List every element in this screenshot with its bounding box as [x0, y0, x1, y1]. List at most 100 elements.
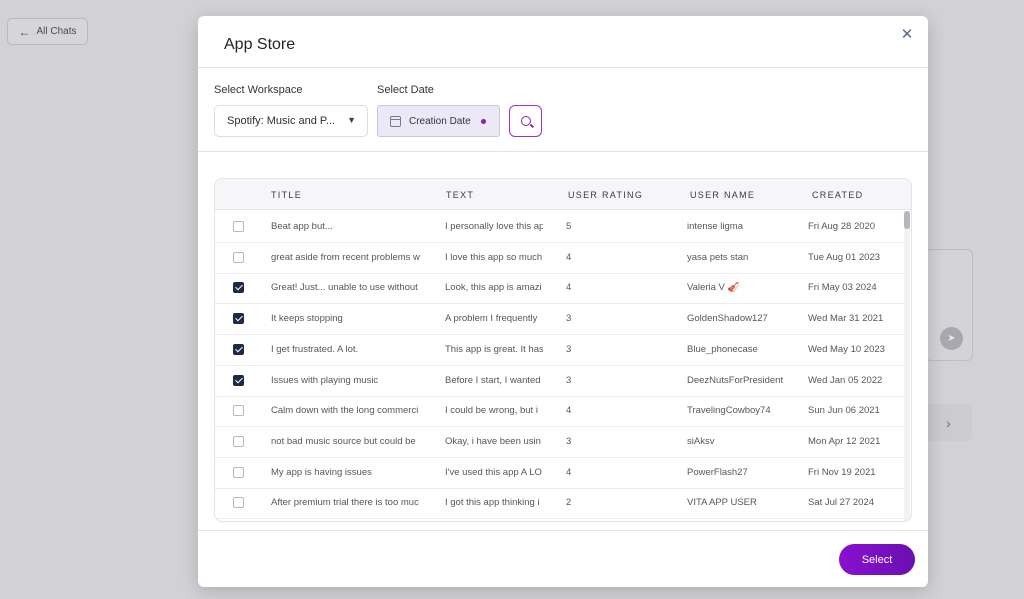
- cell-title: It keeps stopping: [271, 313, 343, 325]
- cell-user-rating: 3: [566, 435, 572, 447]
- table-row[interactable]: I get frustrated. A lot. This app is grea…: [215, 335, 905, 366]
- row-checkbox[interactable]: [233, 282, 244, 294]
- cell-user-name: GoldenShadow127: [687, 313, 768, 325]
- cell-user-name: VITA APP USER: [687, 497, 757, 509]
- header-text: TEXT: [446, 190, 475, 200]
- cell-text: This app is great. It has: [445, 343, 543, 355]
- cell-user-name: intense ligma: [687, 221, 743, 232]
- cell-user-name: yasa pets stan: [687, 251, 749, 263]
- table-row[interactable]: great aside from recent problems w I love…: [215, 243, 905, 274]
- cell-title: After premium trial there is too muc: [271, 497, 419, 509]
- header-created: CREATED: [812, 190, 864, 200]
- cell-created: Fri Nov 19 2021: [808, 466, 876, 478]
- cell-user-name: DeezNutsForPresident: [687, 374, 784, 386]
- row-checkbox[interactable]: [233, 405, 244, 417]
- workspace-value: Spotify: Music and P...: [227, 115, 336, 127]
- row-checkbox[interactable]: [233, 221, 244, 232]
- table-row[interactable]: Issues with playing music Before I start,…: [215, 366, 905, 397]
- table-row[interactable]: My app is having issues I've used this ap…: [215, 458, 905, 489]
- table-row[interactable]: not bad music source but could be Okay, i…: [215, 427, 905, 458]
- close-icon[interactable]: ✕: [898, 26, 916, 44]
- all-chats-button[interactable]: ← All Chats: [7, 18, 88, 45]
- row-checkbox[interactable]: [233, 251, 244, 263]
- date-label: Select Date: [377, 84, 434, 96]
- cell-created: Mon Apr 12 2021: [808, 435, 881, 447]
- table-row[interactable]: Beat app but... I personally love this ap…: [215, 212, 905, 243]
- cell-title: Calm down with the long commerci: [271, 405, 419, 417]
- cell-created: Sun Jun 06 2021: [808, 405, 880, 417]
- row-checkbox[interactable]: [233, 343, 244, 355]
- scrollbar-thumb[interactable]: [904, 211, 910, 229]
- cell-text: Before I start, I wanted: [445, 374, 541, 386]
- row-checkbox[interactable]: [233, 374, 244, 386]
- date-value: Creation Date: [409, 115, 471, 127]
- cell-user-rating: 4: [566, 466, 572, 478]
- row-checkbox[interactable]: [233, 313, 244, 325]
- cell-text: I could be wrong, but i: [445, 405, 538, 417]
- cell-text: Okay, i have been usin: [445, 435, 541, 447]
- header-user-rating: USER RATING: [568, 190, 644, 200]
- chevron-right-icon[interactable]: ›: [925, 404, 972, 441]
- cell-text: I've used this app A LO: [445, 466, 542, 478]
- cell-created: Wed Mar 31 2021: [808, 313, 884, 325]
- table-header: TITLE TEXT USER RATING USER NAME CREATED: [215, 179, 911, 210]
- row-checkbox[interactable]: [233, 497, 244, 509]
- cell-title: I get frustrated. A lot.: [271, 343, 359, 355]
- cell-user-name: TravelingCowboy74: [687, 405, 771, 417]
- all-chats-label: All Chats: [36, 26, 77, 37]
- cell-user-rating: 3: [566, 374, 572, 386]
- app-store-modal: App Store ✕ Select Workspace Spotify: Mu…: [198, 16, 928, 587]
- workspace-label: Select Workspace: [214, 84, 303, 96]
- cell-text: I got this app thinking i: [445, 497, 540, 509]
- cell-user-rating: 3: [566, 343, 572, 355]
- row-checkbox[interactable]: [233, 466, 244, 478]
- table-row[interactable]: It keeps stopping A problem I frequently 3…: [215, 304, 905, 336]
- active-dot-icon: [481, 119, 486, 124]
- cell-user-rating: 3: [566, 313, 572, 325]
- cell-user-rating: 4: [566, 405, 572, 417]
- cell-text: I personally love this ap: [445, 221, 543, 232]
- cell-title: Beat app but...: [271, 221, 333, 232]
- cell-created: Wed May 10 2023: [808, 343, 885, 355]
- row-checkbox[interactable]: [233, 435, 244, 447]
- cell-text: I love this app so much: [445, 251, 543, 263]
- workspace-select[interactable]: Spotify: Music and P... ▼: [214, 105, 368, 137]
- table-row[interactable]: After premium trial there is too muc I go…: [215, 488, 905, 520]
- cell-title: not bad music source but could be: [271, 435, 416, 447]
- cell-user-name: PowerFlash27: [687, 466, 748, 478]
- cell-title: Great! Just... unable to use without: [271, 282, 418, 294]
- modal-footer: Select: [198, 530, 928, 587]
- cell-text: A problem I frequently: [445, 313, 538, 325]
- chevron-down-icon: ▼: [347, 115, 356, 125]
- cell-user-rating: 5: [566, 221, 572, 232]
- table-row[interactable]: Calm down with the long commerci I could …: [215, 396, 905, 428]
- arrow-left-icon: ←: [18, 24, 31, 39]
- cell-created: Sat Jul 27 2024: [808, 497, 875, 509]
- cell-created: Fri Aug 28 2020: [808, 221, 876, 232]
- cell-created: Tue Aug 01 2023: [808, 251, 881, 263]
- table-row[interactable]: Great! Just... unable to use without Look…: [215, 273, 905, 305]
- header-title: TITLE: [271, 190, 303, 200]
- cell-user-name: siAksv: [687, 435, 715, 447]
- cell-user-rating: 4: [566, 251, 572, 263]
- cell-user-name: Blue_phonecase: [687, 343, 758, 355]
- header-user-name: USER NAME: [690, 190, 756, 200]
- send-icon[interactable]: ➤: [940, 327, 963, 350]
- cell-created: Wed Jan 05 2022: [808, 374, 883, 386]
- search-button[interactable]: [509, 105, 542, 137]
- cell-title: My app is having issues: [271, 466, 372, 478]
- cell-title: great aside from recent problems w: [271, 251, 420, 263]
- date-select[interactable]: Creation Date: [377, 105, 500, 137]
- cell-title: Issues with playing music: [271, 374, 379, 386]
- calendar-icon: [390, 115, 401, 127]
- cell-created: Fri May 03 2024: [808, 282, 877, 294]
- cell-text: Look, this app is amazi: [445, 282, 542, 294]
- table-scrollbar[interactable]: [904, 211, 910, 521]
- modal-title: App Store: [224, 36, 296, 53]
- cell-user-name: Valeria V 🎻: [687, 282, 740, 294]
- reviews-table: TITLE TEXT USER RATING USER NAME CREATED…: [214, 178, 912, 522]
- select-button[interactable]: Select: [839, 544, 915, 575]
- cell-user-rating: 4: [566, 282, 572, 294]
- modal-header: App Store ✕: [198, 16, 928, 68]
- cell-user-rating: 2: [566, 497, 572, 509]
